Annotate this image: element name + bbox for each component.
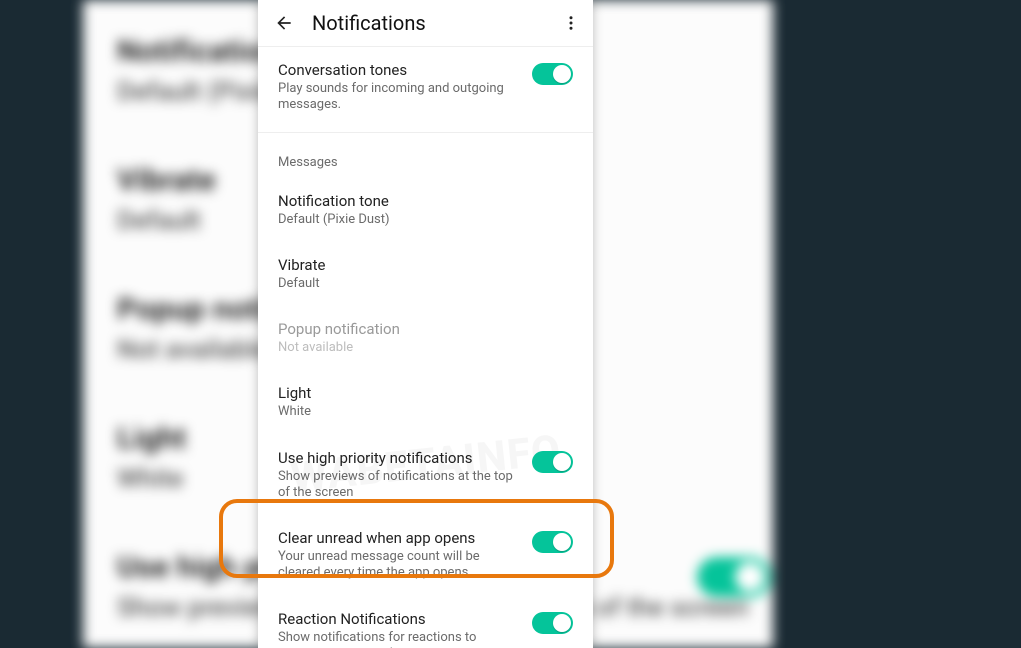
light-item[interactable]: Light White bbox=[258, 370, 593, 434]
setting-subtitle: Default (Pixie Dust) bbox=[278, 212, 559, 228]
setting-title: Light bbox=[278, 384, 559, 402]
back-arrow-icon bbox=[274, 13, 294, 33]
conversation-tones-toggle[interactable] bbox=[532, 63, 573, 85]
setting-subtitle: Play sounds for incoming and outgoing me… bbox=[278, 81, 518, 114]
popup-notification-item: Popup notification Not available bbox=[258, 306, 593, 370]
setting-subtitle: Your unread message count will be cleare… bbox=[278, 549, 518, 582]
setting-subtitle: Default bbox=[278, 276, 559, 292]
high-priority-item[interactable]: Use high priority notifications Show pre… bbox=[258, 435, 593, 516]
clear-unread-toggle[interactable] bbox=[532, 531, 573, 553]
settings-list: Conversation tones Play sounds for incom… bbox=[258, 47, 593, 648]
setting-subtitle: Show previews of notifications at the to… bbox=[278, 469, 518, 502]
high-priority-toggle[interactable] bbox=[532, 451, 573, 473]
conversation-tones-item[interactable]: Conversation tones Play sounds for incom… bbox=[258, 47, 593, 133]
bg-toggle bbox=[697, 557, 771, 597]
panel-header: Notifications bbox=[258, 0, 593, 47]
setting-title: Conversation tones bbox=[278, 61, 518, 79]
vibrate-item[interactable]: Vibrate Default bbox=[258, 242, 593, 306]
more-vertical-icon bbox=[562, 14, 580, 32]
notification-tone-item[interactable]: Notification tone Default (Pixie Dust) bbox=[258, 178, 593, 242]
setting-subtitle: Show notifications for reactions to mess… bbox=[278, 630, 518, 648]
setting-title: Reaction Notifications bbox=[278, 610, 518, 628]
reaction-notifications-toggle[interactable] bbox=[532, 612, 573, 634]
more-options-button[interactable] bbox=[555, 7, 587, 39]
setting-subtitle: Not available bbox=[278, 340, 559, 356]
setting-title: Clear unread when app opens bbox=[278, 529, 518, 547]
reaction-notifications-item[interactable]: Reaction Notifications Show notification… bbox=[258, 596, 593, 648]
setting-title: Popup notification bbox=[278, 320, 559, 338]
setting-title: Vibrate bbox=[278, 256, 559, 274]
setting-title: Use high priority notifications bbox=[278, 449, 518, 467]
section-header-messages: Messages bbox=[258, 133, 593, 178]
setting-subtitle: White bbox=[278, 404, 559, 420]
page-title: Notifications bbox=[312, 11, 555, 35]
setting-title: Notification tone bbox=[278, 192, 559, 210]
notifications-settings-panel: WABETAINFO Notifications Conversation to… bbox=[258, 0, 593, 648]
back-button[interactable] bbox=[268, 7, 300, 39]
clear-unread-item[interactable]: Clear unread when app opens Your unread … bbox=[258, 515, 593, 596]
